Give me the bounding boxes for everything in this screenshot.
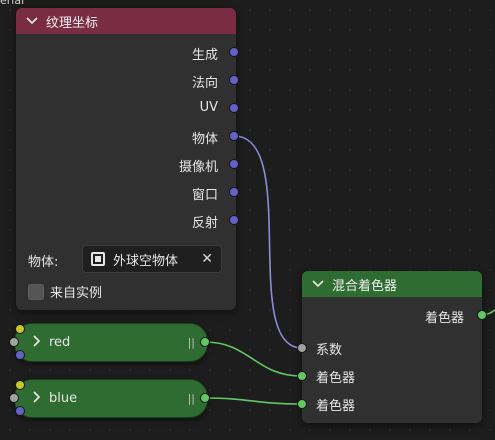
input-socket-purple[interactable]	[15, 406, 25, 416]
link-object-to-fac	[233, 135, 303, 349]
output-socket-window[interactable]	[229, 187, 239, 197]
input-socket-fac[interactable]	[297, 343, 307, 353]
output-label-generated: 生成	[191, 48, 218, 63]
from-instancer-checkbox-row[interactable]: 来自实例	[28, 282, 102, 301]
output-socket-object[interactable]	[229, 131, 239, 141]
clear-icon[interactable]: ✕	[201, 251, 213, 267]
link-blue-to-shader2	[204, 397, 303, 405]
output-socket-red[interactable]	[200, 337, 210, 347]
object-value: 外球空物体	[113, 253, 179, 269]
grip-icon: ||	[187, 392, 195, 405]
output-label-reflection: 反射	[191, 216, 218, 231]
editor-header-label: erial	[0, 0, 25, 7]
group-node-red[interactable]: red ||	[9, 323, 210, 362]
output-label-window: 窗口	[191, 188, 218, 203]
input-label-fac: 系数	[316, 343, 343, 358]
object-icon	[91, 252, 105, 266]
input-socket-shader-1[interactable]	[297, 371, 307, 381]
output-socket-generated[interactable]	[229, 47, 239, 57]
texture-coordinate-header[interactable]: 纹理坐标	[16, 8, 236, 34]
node-title: 混合着色器	[332, 278, 398, 294]
output-label-normal: 法向	[191, 76, 218, 91]
output-socket-reflection[interactable]	[229, 215, 239, 225]
output-socket-camera[interactable]	[229, 159, 239, 169]
from-instancer-checkbox[interactable]	[28, 283, 44, 300]
object-selector[interactable]: 外球空物体 ✕	[82, 245, 222, 273]
input-label-shader-1: 着色器	[316, 371, 356, 386]
output-socket-normal[interactable]	[229, 75, 239, 85]
node-title: 纹理坐标	[46, 15, 99, 31]
input-socket-gray[interactable]	[9, 393, 19, 403]
from-instancer-label: 来自实例	[50, 286, 103, 301]
object-label: 物体:	[28, 255, 59, 270]
group-node-label: blue	[49, 391, 78, 406]
output-label-object: 物体	[191, 132, 218, 147]
texture-coordinate-node[interactable]: 纹理坐标 生成 法向 UV 物体 摄像机 窗口 反射 物体: 外球空物体 ✕ 来…	[16, 8, 239, 310]
input-socket-yellow[interactable]	[15, 324, 25, 334]
output-label-shader: 着色器	[424, 311, 464, 326]
link-red-to-shader1	[204, 341, 303, 377]
output-label-uv: UV	[199, 100, 218, 115]
chevron-right-icon[interactable]	[33, 391, 41, 406]
output-label-camera: 摄像机	[178, 160, 218, 175]
mix-shader-header[interactable]: 混合着色器	[302, 271, 482, 297]
input-label-shader-2: 着色器	[316, 399, 356, 414]
input-socket-purple[interactable]	[15, 350, 25, 360]
input-socket-yellow[interactable]	[15, 380, 25, 390]
output-socket-blue[interactable]	[200, 393, 210, 403]
output-socket-uv[interactable]	[229, 103, 239, 113]
chevron-down-icon[interactable]	[312, 278, 326, 291]
input-socket-shader-2[interactable]	[297, 399, 307, 409]
output-socket-shader[interactable]	[477, 310, 487, 320]
chevron-right-icon[interactable]	[33, 335, 41, 350]
mix-shader-node[interactable]: 混合着色器 着色器 系数 着色器 着色器	[297, 271, 487, 423]
group-node-blue[interactable]: blue ||	[9, 379, 210, 418]
group-node-label: red	[49, 335, 71, 350]
input-socket-gray[interactable]	[9, 337, 19, 347]
chevron-down-icon[interactable]	[26, 15, 40, 28]
grip-icon: ||	[187, 336, 195, 349]
